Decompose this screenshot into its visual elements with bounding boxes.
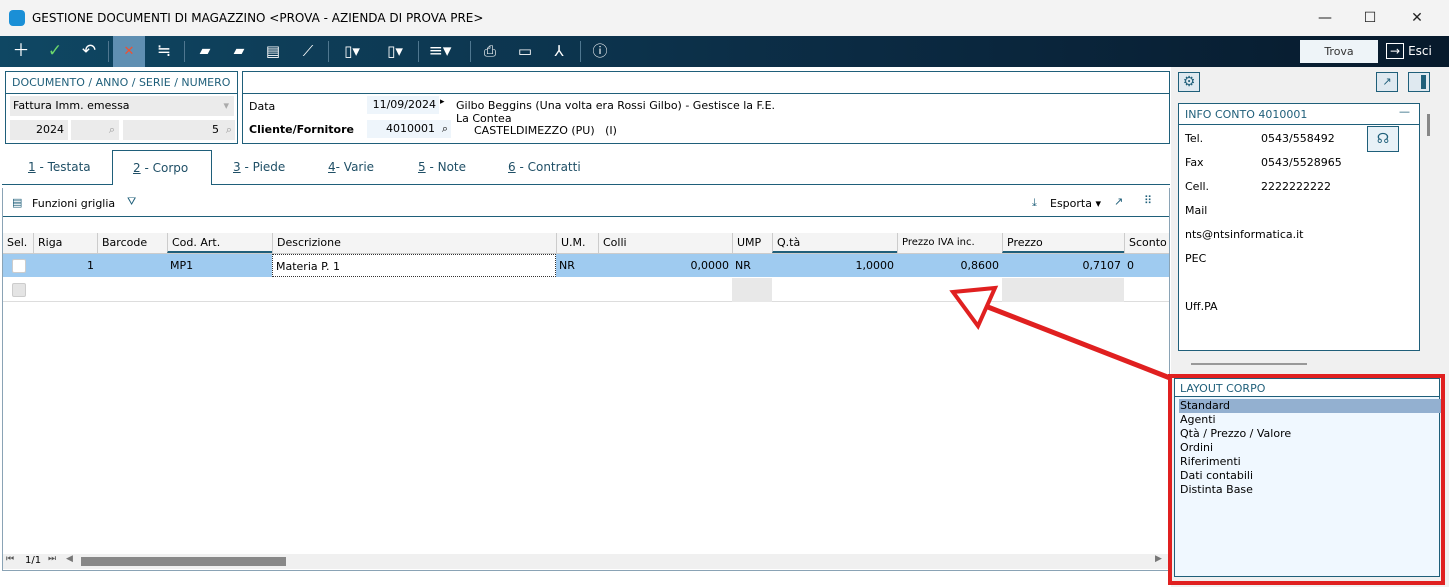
annotation-arrow bbox=[949, 285, 1171, 381]
